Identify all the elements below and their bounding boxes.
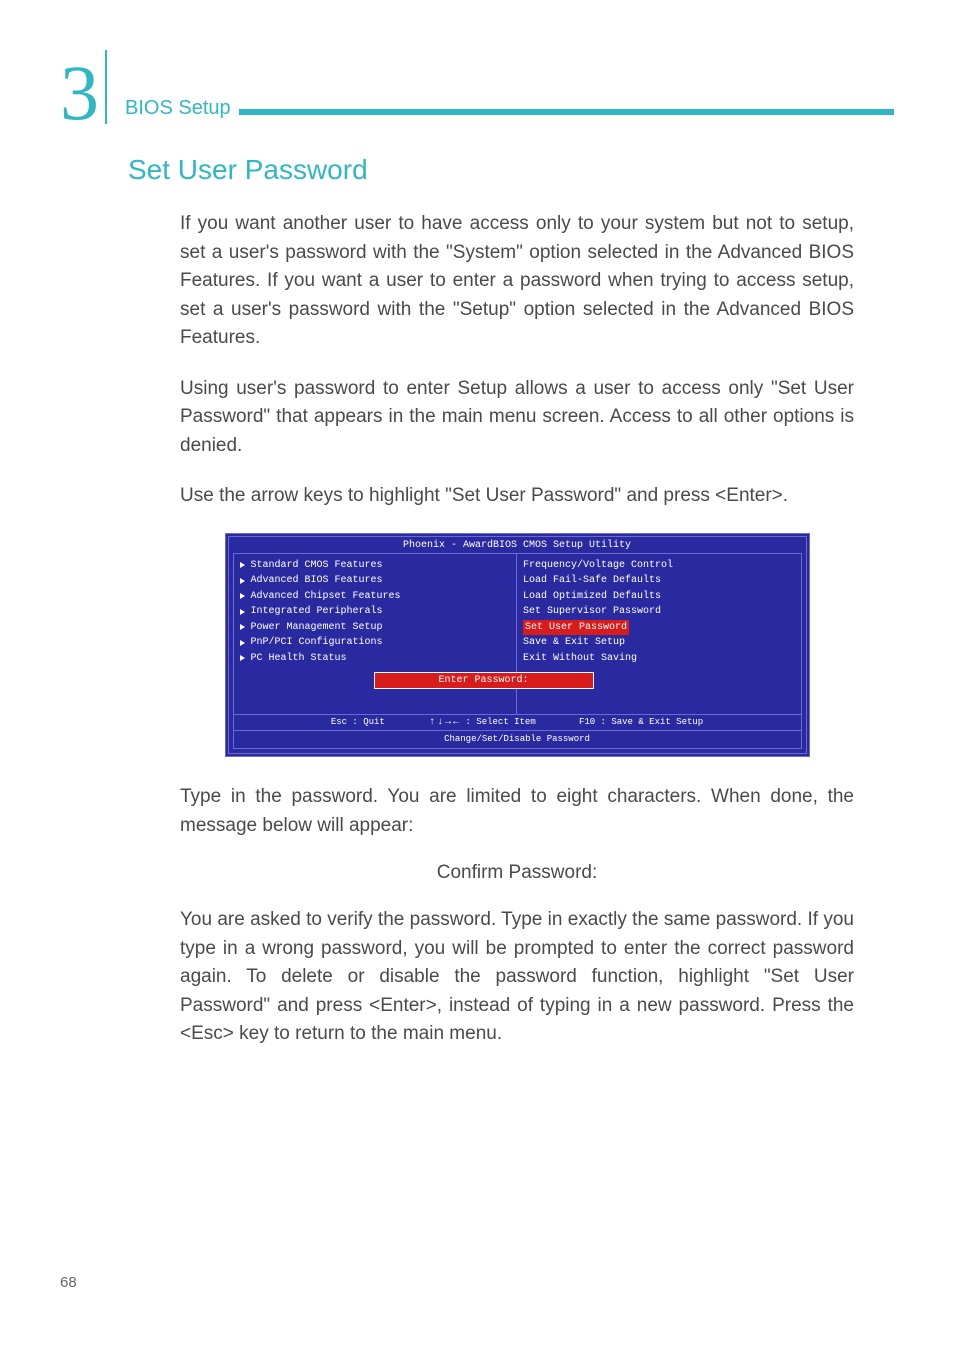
bios-menu-item: Load Optimized Defaults	[523, 589, 795, 605]
arrow-right-icon: →	[444, 717, 452, 728]
bios-menu-item: Advanced BIOS Features	[240, 573, 511, 589]
bios-help-save: F10 : Save & Exit Setup	[579, 717, 703, 727]
triangle-icon	[240, 593, 245, 599]
bios-menu-item: Frequency/Voltage Control	[523, 558, 795, 574]
bios-item-label: Set Supervisor Password	[523, 604, 661, 620]
triangle-icon	[240, 640, 245, 646]
section-title: Set User Password	[128, 154, 894, 186]
bios-item-label: PnP/PCI Configurations	[251, 635, 383, 651]
bios-item-label: Advanced BIOS Features	[251, 573, 383, 589]
confirm-password-label: Confirm Password:	[180, 862, 854, 884]
triangle-icon	[240, 562, 245, 568]
paragraph: Use the arrow keys to highlight "Set Use…	[180, 482, 854, 511]
page-number: 68	[60, 1274, 77, 1291]
bios-menu-item: Load Fail-Safe Defaults	[523, 573, 795, 589]
bios-item-label: Advanced Chipset Features	[251, 589, 401, 605]
page-header: 3 BIOS Setup	[60, 50, 894, 124]
bios-item-label: Save & Exit Setup	[523, 635, 625, 651]
bios-title: Phoenix - AwardBIOS CMOS Setup Utility	[229, 537, 806, 553]
bios-help-select: : Select Item	[460, 717, 536, 727]
bios-item-label: Integrated Peripherals	[251, 604, 383, 620]
bios-help-row: Esc : Quit ↑↓→← : Select Item F10 : Save…	[234, 714, 801, 730]
content-body: If you want another user to have access …	[180, 210, 854, 1049]
triangle-icon	[240, 655, 245, 661]
bios-item-label: Exit Without Saving	[523, 651, 637, 667]
bios-menu-item: Save & Exit Setup	[523, 635, 795, 651]
bios-menu-item: PnP/PCI Configurations	[240, 635, 511, 651]
bios-menu-item: Set Supervisor Password	[523, 604, 795, 620]
bios-item-label: PC Health Status	[251, 651, 347, 667]
paragraph: If you want another user to have access …	[180, 210, 854, 353]
password-dialog-label: Enter Password:	[438, 675, 528, 686]
bios-item-label: Standard CMOS Features	[251, 558, 383, 574]
bios-item-label: Load Optimized Defaults	[523, 589, 661, 605]
arrow-left-icon: ←	[452, 717, 460, 728]
triangle-icon	[240, 578, 245, 584]
bios-left-column: Standard CMOS Features Advanced BIOS Fea…	[234, 554, 518, 714]
bios-menu-item: PC Health Status	[240, 651, 511, 667]
bios-menu-item-selected: Set User Password	[523, 620, 795, 636]
bios-menu-item: Standard CMOS Features	[240, 558, 511, 574]
bios-menu-item: Advanced Chipset Features	[240, 589, 511, 605]
bios-item-label: Load Fail-Safe Defaults	[523, 573, 661, 589]
bios-menu-item: Integrated Peripherals	[240, 604, 511, 620]
bios-item-label: Frequency/Voltage Control	[523, 558, 673, 574]
bios-menu-item: Exit Without Saving	[523, 651, 795, 667]
password-dialog: Enter Password:	[374, 672, 594, 689]
paragraph: Using user's password to enter Setup all…	[180, 375, 854, 461]
bios-footer-text: Change/Set/Disable Password	[240, 733, 795, 747]
paragraph: You are asked to verify the password. Ty…	[180, 906, 854, 1049]
triangle-icon	[240, 609, 245, 615]
chapter-label-row: BIOS Setup	[125, 97, 894, 124]
paragraph: Type in the password. You are limited to…	[180, 783, 854, 840]
chapter-label: BIOS Setup	[125, 97, 231, 120]
triangle-icon	[240, 624, 245, 630]
bios-menu-item: Power Management Setup	[240, 620, 511, 636]
arrow-down-icon: ↓	[436, 717, 444, 728]
bios-footer: Change/Set/Disable Password	[234, 730, 801, 749]
arrow-up-icon: ↑	[428, 717, 436, 728]
bios-help-esc: Esc : Quit	[331, 717, 385, 727]
header-rule	[239, 109, 894, 115]
chapter-number: 3	[60, 50, 107, 124]
bios-right-column: Frequency/Voltage Control Load Fail-Safe…	[517, 554, 801, 714]
bios-screenshot: Phoenix - AwardBIOS CMOS Setup Utility S…	[225, 533, 810, 758]
bios-item-label: Power Management Setup	[251, 620, 383, 636]
bios-item-label: Set User Password	[523, 620, 629, 636]
